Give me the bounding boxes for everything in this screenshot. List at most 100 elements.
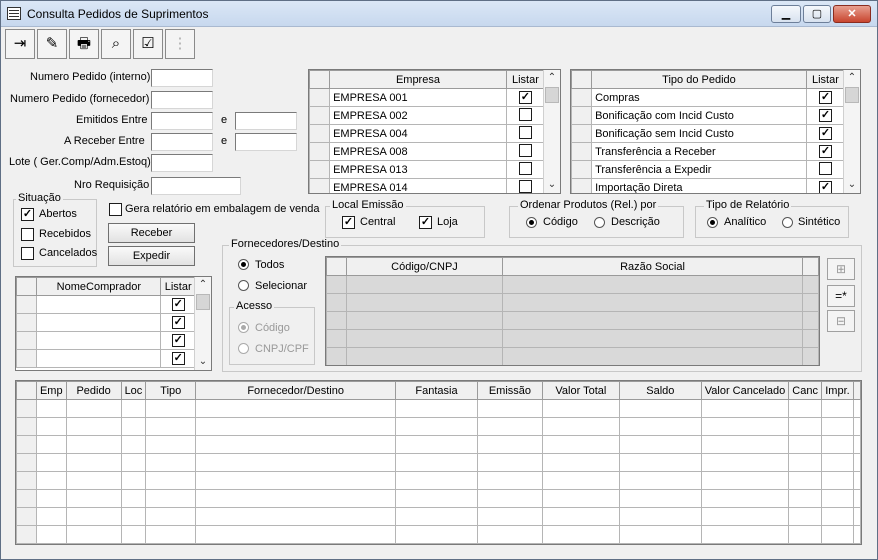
recebidos-checkbox[interactable] [21, 228, 34, 241]
saldo-column-header[interactable]: Saldo [618, 381, 702, 400]
loc-column-header[interactable]: Loc [120, 381, 147, 400]
title-bar: Consulta Pedidos de Suprimentos ▁ ▢ ✕ [1, 1, 877, 27]
abertos-checkbox[interactable]: ✓ [21, 208, 34, 221]
tipo-cell[interactable]: Bonificação sem Incid Custo [591, 124, 807, 143]
ordenar-descricao-radio[interactable] [594, 217, 605, 228]
comprador-scrollbar[interactable]: ⌃ ⌄ [194, 277, 211, 370]
central-checkbox[interactable]: ✓ [342, 216, 355, 229]
tipo-listar-checkbox[interactable] [818, 161, 832, 175]
razao-social-column-header[interactable]: Razão Social [502, 257, 803, 276]
comprador-listar-checkbox[interactable]: ✓ [171, 316, 185, 329]
window-icon [7, 7, 21, 20]
valor-total-column-header[interactable]: Valor Total [541, 381, 620, 400]
tree-icon: ⋮ [165, 29, 195, 59]
numero-pedido-interno-label: Numero Pedido (interno) [30, 71, 151, 83]
fornecedores-grid[interactable]: Código/CNPJ Razão Social [325, 256, 820, 366]
analitico-radio[interactable] [707, 217, 718, 228]
acesso-title: Acesso [234, 300, 275, 312]
central-label: Central [360, 216, 396, 228]
empresa-cell[interactable]: EMPRESA 008 [329, 142, 507, 161]
todos-radio[interactable] [238, 259, 249, 270]
empresa-listar-checkbox[interactable] [518, 125, 532, 139]
sintetico-radio[interactable] [782, 217, 793, 228]
tipo-cell[interactable]: Bonificação com Incid Custo [591, 106, 807, 125]
empresa-cell[interactable]: EMPRESA 004 [329, 124, 507, 143]
tipo-pedido-grid[interactable]: Tipo do Pedido Listar Compras ✓ Bonificaçã… [570, 69, 861, 194]
ordenar-codigo-radio[interactable] [526, 217, 537, 228]
emp-column-header[interactable]: Emp [35, 381, 67, 400]
tipo-cell[interactable]: Transferência a Expedir [591, 160, 807, 179]
listar-column-header[interactable]: Listar [160, 277, 196, 296]
listar-column-header[interactable]: Listar [805, 70, 846, 89]
valor-cancelado-column-header[interactable]: Valor Cancelado [700, 381, 790, 400]
close-button[interactable]: ✕ [833, 5, 871, 23]
eraser-icon[interactable]: ✎ [37, 29, 67, 59]
emitidos-ate-input[interactable] [235, 112, 297, 130]
tipo-column-header[interactable]: Tipo do Pedido [591, 70, 807, 89]
emissao-column-header[interactable]: Emissão [476, 381, 543, 400]
tipo-relatorio-title: Tipo de Relatório [704, 199, 792, 211]
comprador-listar-checkbox[interactable]: ✓ [171, 352, 185, 365]
empresa-listar-checkbox[interactable] [518, 143, 532, 157]
impr-column-header[interactable]: Impr. [820, 381, 855, 400]
expedir-button[interactable]: Expedir [108, 246, 195, 266]
empresa-listar-checkbox[interactable] [518, 179, 532, 193]
numero-pedido-fornecedor-input[interactable] [151, 91, 213, 109]
tipo-cell[interactable]: Compras [591, 88, 807, 107]
empresa-listar-checkbox[interactable] [518, 107, 532, 121]
abertos-label: Abertos [39, 208, 77, 220]
empresa-listar-checkbox[interactable] [518, 161, 532, 175]
tipo-cell[interactable]: Importação Direta [591, 178, 807, 193]
tipo-column-header[interactable]: Tipo [145, 381, 197, 400]
pedido-column-header[interactable]: Pedido [65, 381, 122, 400]
codigo-cnpj-column-header[interactable]: Código/CNPJ [346, 257, 503, 276]
tipo-cell[interactable]: Transferência a Receber [591, 142, 807, 161]
lote-input[interactable] [151, 154, 213, 172]
tipo-listar-checkbox[interactable]: ✓ [818, 181, 832, 193]
comprador-grid[interactable]: NomeComprador Listar ✓ ✓ ✓ ✓ ⌃ ⌄ [15, 276, 212, 371]
empresa-listar-checkbox[interactable]: ✓ [518, 91, 532, 104]
tipo-listar-checkbox[interactable]: ✓ [818, 127, 832, 140]
tipo-scrollbar[interactable]: ⌃ ⌄ [843, 70, 860, 193]
situacao-title: Situação [16, 192, 63, 204]
minimize-button[interactable]: ▁ [771, 5, 801, 23]
comprador-listar-checkbox[interactable]: ✓ [171, 298, 185, 311]
empresa-scrollbar[interactable]: ⌃ ⌄ [543, 70, 560, 193]
tipo-listar-checkbox[interactable]: ✓ [818, 91, 832, 104]
loja-checkbox[interactable]: ✓ [419, 216, 432, 229]
gera-relatorio-checkbox[interactable] [109, 203, 122, 216]
checklist-icon[interactable]: ☑ [133, 29, 163, 59]
nro-requisicao-input[interactable] [151, 177, 241, 195]
cancelados-checkbox[interactable] [21, 247, 34, 260]
empresa-cell[interactable]: EMPRESA 014 [329, 178, 507, 193]
empresa-grid[interactable]: Empresa Listar EMPRESA 001 ✓ EMPRESA 002 E… [308, 69, 561, 194]
nro-requisicao-label: Nro Requisição [74, 179, 150, 191]
numero-pedido-interno-input[interactable] [151, 69, 213, 87]
maximize-button[interactable]: ▢ [803, 5, 831, 23]
printer-icon[interactable]: 🖶 [69, 29, 99, 59]
a-receber-de-input[interactable] [151, 133, 213, 151]
empresa-cell[interactable]: EMPRESA 001 [329, 88, 507, 107]
select-all-icon[interactable]: =* [827, 285, 855, 307]
emitidos-de-input[interactable] [151, 112, 213, 130]
canc-column-header[interactable]: Canc [788, 381, 822, 400]
pedidos-grid[interactable]: Emp Pedido Loc Tipo Fornecedor/Destino F… [15, 380, 862, 545]
exit-icon[interactable]: ⇥ [5, 29, 35, 59]
nome-comprador-column-header[interactable]: NomeComprador [36, 277, 162, 296]
tipo-listar-checkbox[interactable]: ✓ [818, 145, 832, 158]
ordenar-descricao-label: Descrição [611, 216, 660, 228]
receber-button[interactable]: Receber [108, 223, 195, 243]
listar-column-header[interactable]: Listar [505, 70, 546, 89]
empresa-cell[interactable]: EMPRESA 013 [329, 160, 507, 179]
empresa-column-header[interactable]: Empresa [329, 70, 507, 89]
selecionar-radio[interactable] [238, 280, 249, 291]
a-receber-ate-input[interactable] [235, 133, 297, 151]
loja-label: Loja [437, 216, 458, 228]
comprador-listar-checkbox[interactable]: ✓ [171, 334, 185, 347]
fornecedor-column-header[interactable]: Fornecedor/Destino [195, 381, 397, 400]
tipo-listar-checkbox[interactable]: ✓ [818, 109, 832, 122]
empresa-cell[interactable]: EMPRESA 002 [329, 106, 507, 125]
binoculars-icon[interactable]: ⌕ [101, 29, 131, 59]
fantasia-column-header[interactable]: Fantasia [395, 381, 478, 400]
acesso-group: Acesso [229, 300, 315, 365]
